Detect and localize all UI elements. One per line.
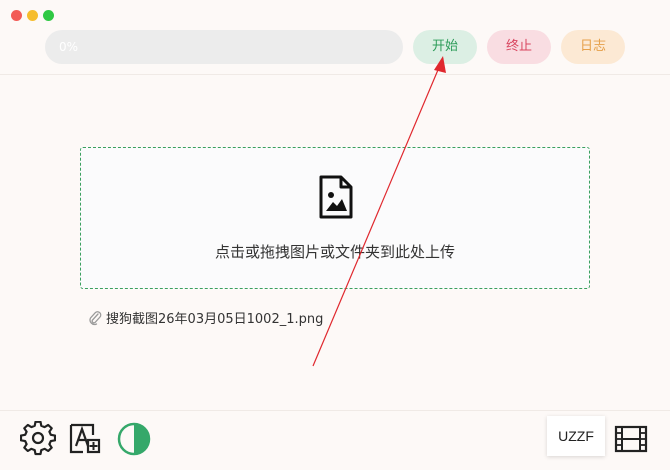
progress-bar: 0% [45,30,403,64]
header-divider [0,74,670,75]
maximize-window-button[interactable] [43,10,54,21]
dropzone-text: 点击或拖拽图片或文件夹到此处上传 [214,243,455,261]
file-list-item[interactable]: 搜狗截图26年03月05日1002_1.png [88,308,323,327]
font-icon[interactable] [67,421,103,457]
upload-dropzone[interactable]: 点击或拖拽图片或文件夹到此处上传 [80,147,590,289]
settings-icon[interactable] [20,421,56,457]
footer-divider [0,410,670,411]
watermark-badge: UZZF [547,416,605,456]
close-window-button[interactable] [11,10,22,21]
stop-button[interactable]: 终止 [487,30,551,64]
progress-text: 0% [59,40,79,54]
minimize-window-button[interactable] [27,10,38,21]
start-button[interactable]: 开始 [413,30,477,64]
file-name: 搜狗截图26年03月05日1002_1.png [106,312,324,327]
file-image-icon [319,175,353,219]
film-icon[interactable] [613,421,649,457]
window-controls [11,10,54,21]
paperclip-icon [89,310,102,325]
log-button[interactable]: 日志 [561,30,625,64]
theme-toggle-icon[interactable] [116,421,152,457]
